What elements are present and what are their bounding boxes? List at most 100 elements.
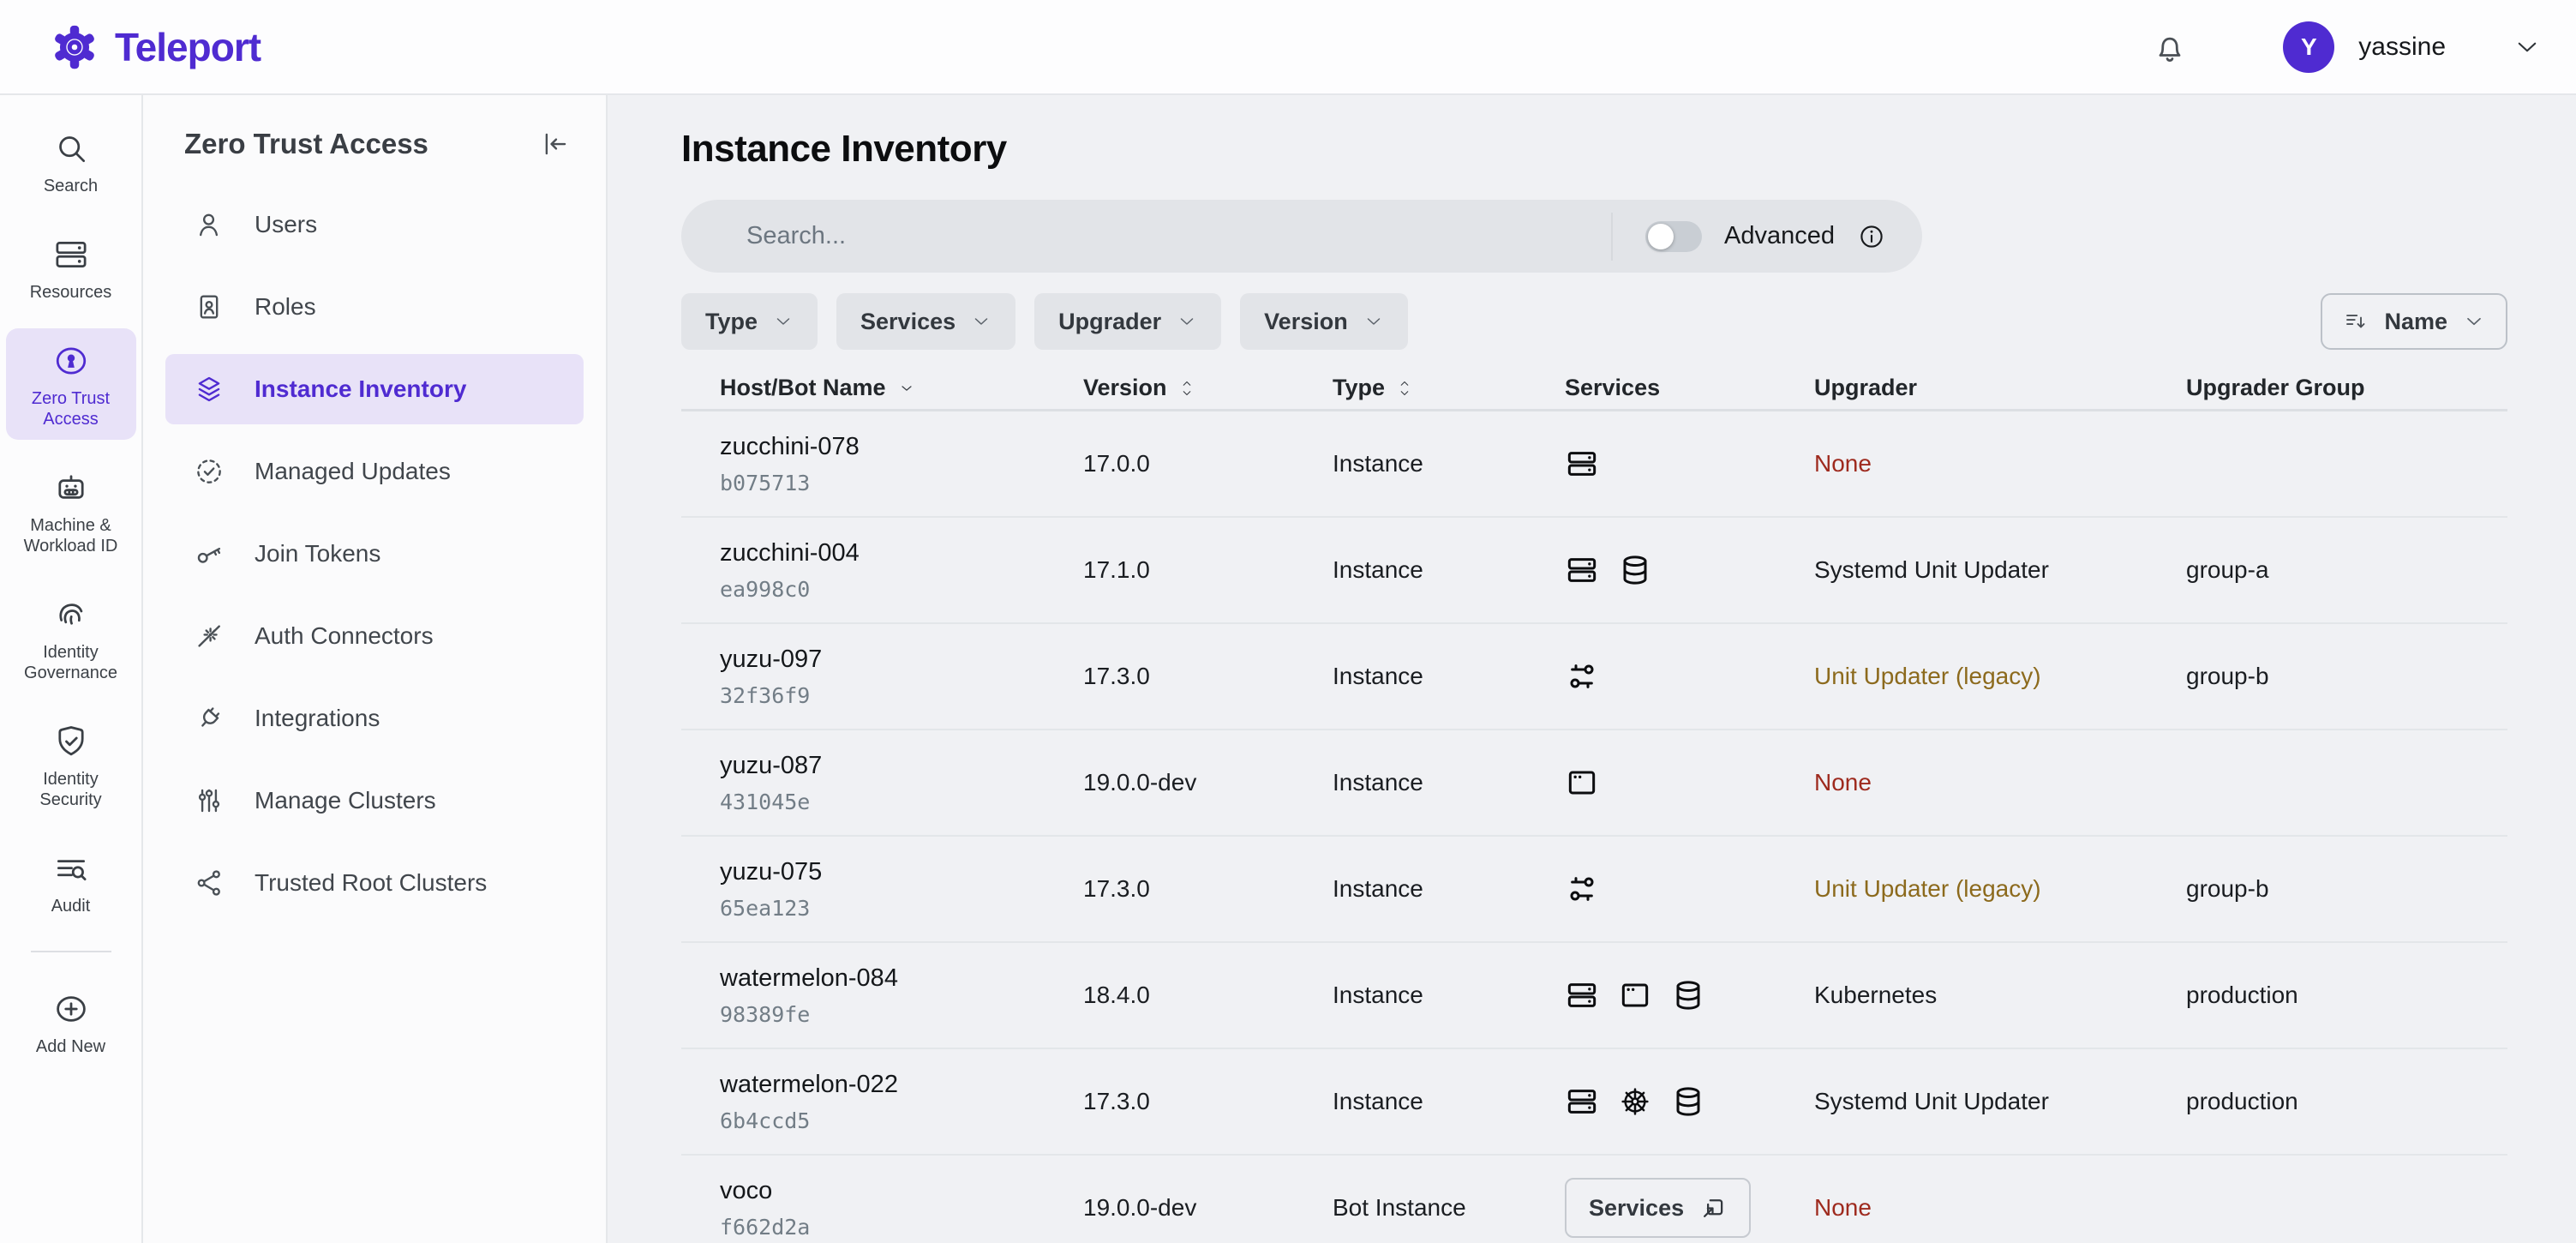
column-host-bot-name[interactable]: Host/Bot Name xyxy=(720,375,1083,401)
row-type: Instance xyxy=(1333,556,1565,584)
row-type: Instance xyxy=(1333,875,1565,903)
plug-icon xyxy=(193,702,225,735)
row-version: 18.4.0 xyxy=(1083,982,1333,1009)
host-cell: yuzu-087 431045e xyxy=(720,752,1083,814)
sidebar-item-resources[interactable]: Resources xyxy=(6,222,136,313)
subnav-item-manage-clusters[interactable]: Manage Clusters xyxy=(165,766,584,836)
host-name: voco xyxy=(720,1177,1083,1205)
column-version[interactable]: Version xyxy=(1083,375,1333,401)
username: yassine xyxy=(2358,33,2446,62)
sort-both-icon xyxy=(1397,377,1412,399)
chevron-down-icon xyxy=(1363,311,1384,332)
subnav-item-label: Integrations xyxy=(255,705,380,732)
sidebar-item-identity-governance[interactable]: Identity Governance xyxy=(6,582,136,694)
row-group: group-b xyxy=(2186,663,2507,690)
host-name: zucchini-004 xyxy=(720,539,1083,567)
table-header: Host/Bot Name Version Type Services Upgr… xyxy=(681,367,2507,411)
sort-both-icon xyxy=(1179,377,1195,399)
subnav-item-users[interactable]: Users xyxy=(165,189,584,260)
key-icon xyxy=(193,537,225,570)
server-icon xyxy=(1565,978,1599,1012)
subnav-item-label: Join Tokens xyxy=(255,540,380,567)
row-services xyxy=(1565,659,1814,694)
search-bar: Advanced xyxy=(681,200,1922,273)
subnav-item-roles[interactable]: Roles xyxy=(165,272,584,342)
column-upgrader: Upgrader xyxy=(1814,375,2186,401)
popup-icon xyxy=(1699,1194,1727,1222)
row-group: group-b xyxy=(2186,875,2507,903)
row-version: 17.3.0 xyxy=(1083,1088,1333,1115)
table-row: yuzu-087 431045e 19.0.0-dev Instance Non… xyxy=(681,730,2507,837)
subnav-item-join-tokens[interactable]: Join Tokens xyxy=(165,519,584,589)
topbar: Teleport Y yassine xyxy=(0,0,2576,95)
column-upgrader-group: Upgrader Group xyxy=(2186,375,2507,401)
collapse-sidebar-icon[interactable] xyxy=(539,128,572,160)
chevron-down-icon xyxy=(1177,311,1197,332)
audit-list-search-icon xyxy=(52,850,90,887)
filter-row: Type Services Upgrader Version Name xyxy=(681,293,2507,350)
sidebar-item-label: Zero Trust Access xyxy=(11,388,131,429)
row-type: Instance xyxy=(1333,769,1565,796)
host-id: 65ea123 xyxy=(720,896,1083,921)
host-cell: watermelon-022 6b4ccd5 xyxy=(720,1071,1083,1133)
subnav-item-auth-connectors[interactable]: Auth Connectors xyxy=(165,601,584,671)
row-version: 19.0.0-dev xyxy=(1083,769,1333,796)
subnav-item-integrations[interactable]: Integrations xyxy=(165,683,584,754)
row-services xyxy=(1565,872,1814,906)
filter-version-button[interactable]: Version xyxy=(1240,293,1408,350)
services-button[interactable]: Services xyxy=(1565,1178,1751,1238)
host-name: yuzu-075 xyxy=(720,858,1083,886)
name-sort-button[interactable]: Name xyxy=(2321,293,2507,350)
row-type: Instance xyxy=(1333,982,1565,1009)
subnav-item-label: Instance Inventory xyxy=(255,375,466,403)
teleport-logo[interactable]: Teleport xyxy=(48,21,261,74)
search-icon xyxy=(52,129,90,167)
row-services xyxy=(1565,447,1814,481)
advanced-toggle[interactable] xyxy=(1645,221,1702,252)
kubernetes-icon xyxy=(1618,1084,1652,1119)
sidebar-item-identity-security[interactable]: Identity Security xyxy=(6,709,136,820)
filter-type-button[interactable]: Type xyxy=(681,293,818,350)
sidebar-item-zero-trust-access[interactable]: Zero Trust Access xyxy=(6,328,136,440)
host-name: watermelon-022 xyxy=(720,1071,1083,1099)
filter-upgrader-button[interactable]: Upgrader xyxy=(1034,293,1221,350)
row-type: Instance xyxy=(1333,450,1565,477)
row-upgrader: Unit Updater (legacy) xyxy=(1814,875,2186,903)
column-type[interactable]: Type xyxy=(1333,375,1565,401)
subnav-item-trusted-root-clusters[interactable]: Trusted Root Clusters xyxy=(165,848,584,918)
sidebar-item-label: Audit xyxy=(51,896,91,916)
host-cell: zucchini-004 ea998c0 xyxy=(720,539,1083,602)
info-icon[interactable] xyxy=(1857,222,1886,251)
host-cell: yuzu-075 65ea123 xyxy=(720,858,1083,921)
sidebar-item-search[interactable]: Search xyxy=(6,116,136,207)
subnav-item-instance-inventory[interactable]: Instance Inventory xyxy=(165,354,584,424)
host-id: b075713 xyxy=(720,471,1083,495)
search-input[interactable] xyxy=(681,200,1611,273)
row-upgrader: None xyxy=(1814,769,2186,796)
chevron-down-icon xyxy=(773,311,794,332)
advanced-label: Advanced xyxy=(1724,222,1835,250)
sidebar-item-label: Identity Security xyxy=(11,769,131,810)
subnav-item-label: Manage Clusters xyxy=(255,787,436,814)
row-upgrader: Kubernetes xyxy=(1814,982,2186,1009)
row-services xyxy=(1565,553,1814,587)
notifications-bell-icon[interactable] xyxy=(2151,28,2189,66)
toggle-knob xyxy=(1648,224,1674,249)
user-menu-chevron-down-icon[interactable] xyxy=(2513,33,2542,62)
table-body: zucchini-078 b075713 17.0.0 Instance Non… xyxy=(681,411,2507,1243)
avatar[interactable]: Y xyxy=(2283,21,2334,73)
sidebar-item-label: Search xyxy=(44,176,98,196)
spark-connector-icon xyxy=(193,620,225,652)
row-version: 17.3.0 xyxy=(1083,663,1333,690)
row-upgrader: None xyxy=(1814,1194,2186,1222)
sidebar-item-audit[interactable]: Audit xyxy=(6,836,136,927)
chevron-down-icon xyxy=(971,311,991,332)
sidebar-item-add-new[interactable]: Add New xyxy=(6,976,136,1067)
gear-logo-icon xyxy=(48,21,101,74)
subnav-item-managed-updates[interactable]: Managed Updates xyxy=(165,436,584,507)
host-id: ea998c0 xyxy=(720,577,1083,602)
sidebar-item-machine-workload-id[interactable]: Machine & Workload ID xyxy=(6,455,136,567)
row-group: group-a xyxy=(2186,556,2507,584)
sort-desc-icon xyxy=(898,380,915,397)
filter-services-button[interactable]: Services xyxy=(836,293,1015,350)
